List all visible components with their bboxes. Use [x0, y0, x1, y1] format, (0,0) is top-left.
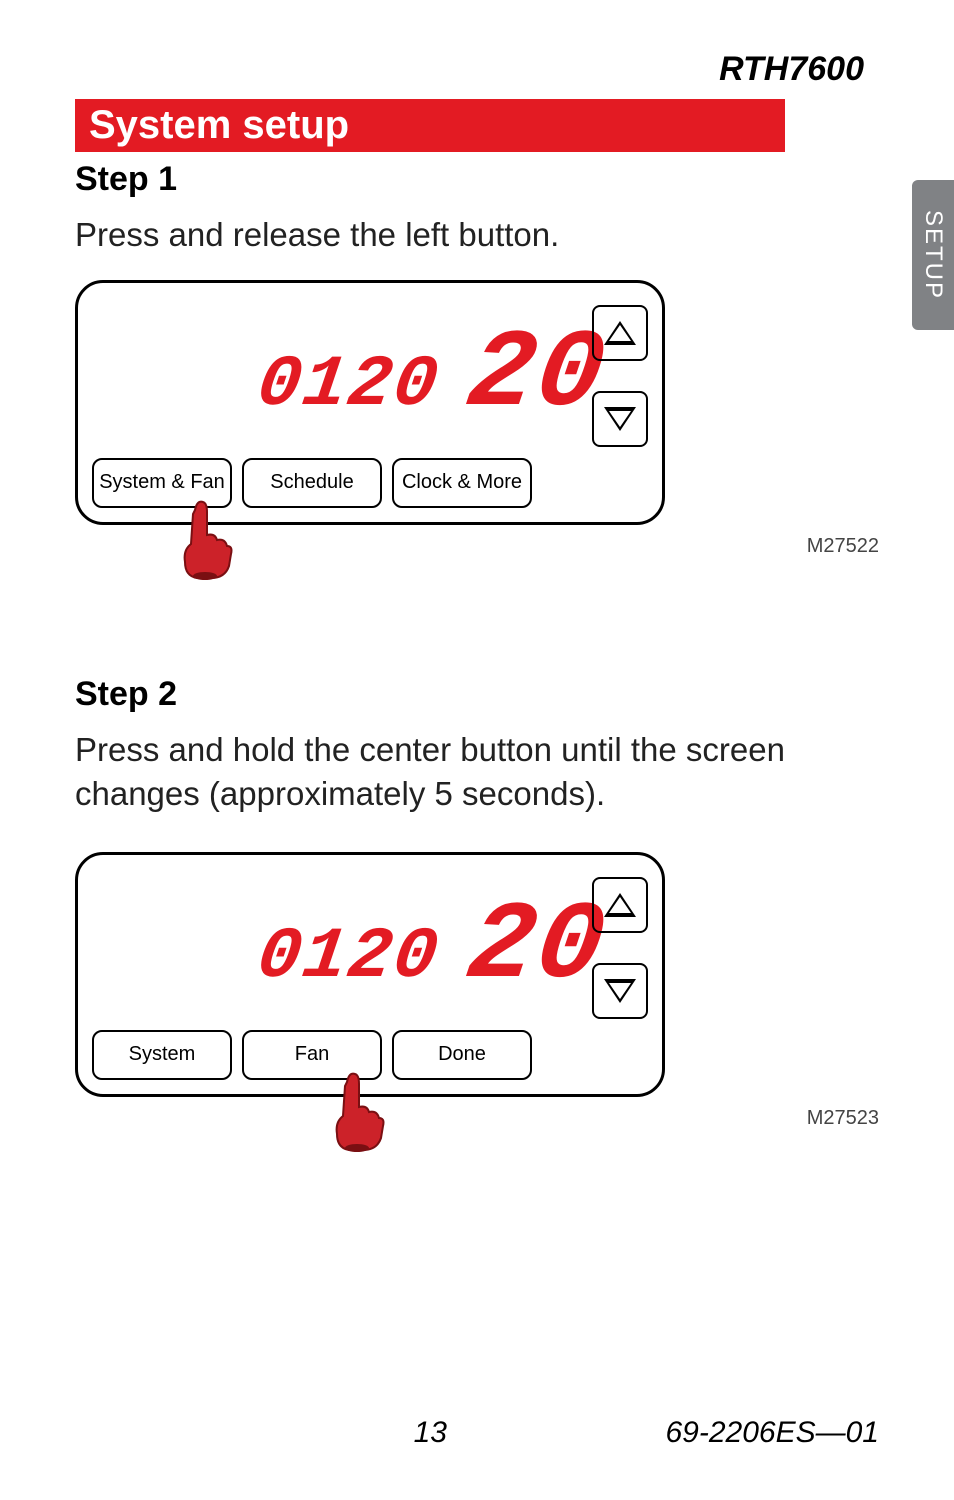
done-button[interactable]: Done: [392, 1030, 532, 1080]
button-row: System & Fan Schedule Clock & More: [92, 458, 532, 508]
step1-diagram: 0120 20 System & Fan Schedule Clock & Mo…: [75, 280, 879, 585]
triangle-down-icon: [604, 979, 636, 1003]
step1-instruction: Press and release the left button.: [75, 213, 879, 258]
triangle-down-icon: [604, 407, 636, 431]
button-row: System Fan Done: [92, 1030, 532, 1080]
lcd-display: 0120 20: [258, 313, 605, 438]
step1-label: Step 1: [75, 160, 879, 199]
section-title: System setup: [75, 99, 785, 152]
step2-label: Step 2: [75, 675, 879, 714]
step2-instruction: Press and hold the center button until t…: [75, 728, 879, 817]
thermostat-device: 0120 20 System Fan Done: [75, 852, 665, 1097]
side-tab: SETUP: [912, 180, 954, 330]
arrow-column: [592, 305, 648, 447]
clock-more-button[interactable]: Clock & More: [392, 458, 532, 508]
footer: 13 69-2206ES—01: [75, 1416, 879, 1450]
down-button[interactable]: [592, 391, 648, 447]
step2-diagram: 0120 20 System Fan Done M27523: [75, 852, 879, 1157]
model-label: RTH7600: [75, 50, 879, 89]
page: RTH7600 System setup SETUP Step 1 Press …: [0, 0, 954, 1500]
schedule-button[interactable]: Schedule: [242, 458, 382, 508]
display-value: 20: [460, 313, 614, 438]
system-button[interactable]: System: [92, 1030, 232, 1080]
up-button[interactable]: [592, 305, 648, 361]
triangle-up-icon: [604, 893, 636, 917]
down-button[interactable]: [592, 963, 648, 1019]
arrow-column: [592, 877, 648, 1019]
display-code: 0120: [252, 344, 444, 426]
figure-label: M27522: [289, 535, 879, 558]
up-button[interactable]: [592, 877, 648, 933]
page-number: 13: [195, 1416, 666, 1450]
triangle-up-icon: [604, 321, 636, 345]
thermostat-device: 0120 20 System & Fan Schedule Clock & Mo…: [75, 280, 665, 525]
pointing-hand-icon: [175, 500, 235, 580]
lcd-display: 0120 20: [258, 885, 605, 1010]
doc-id: 69-2206ES—01: [666, 1416, 880, 1450]
display-code: 0120: [252, 916, 444, 998]
pointing-hand-icon: [327, 1072, 387, 1152]
display-value: 20: [460, 885, 614, 1010]
